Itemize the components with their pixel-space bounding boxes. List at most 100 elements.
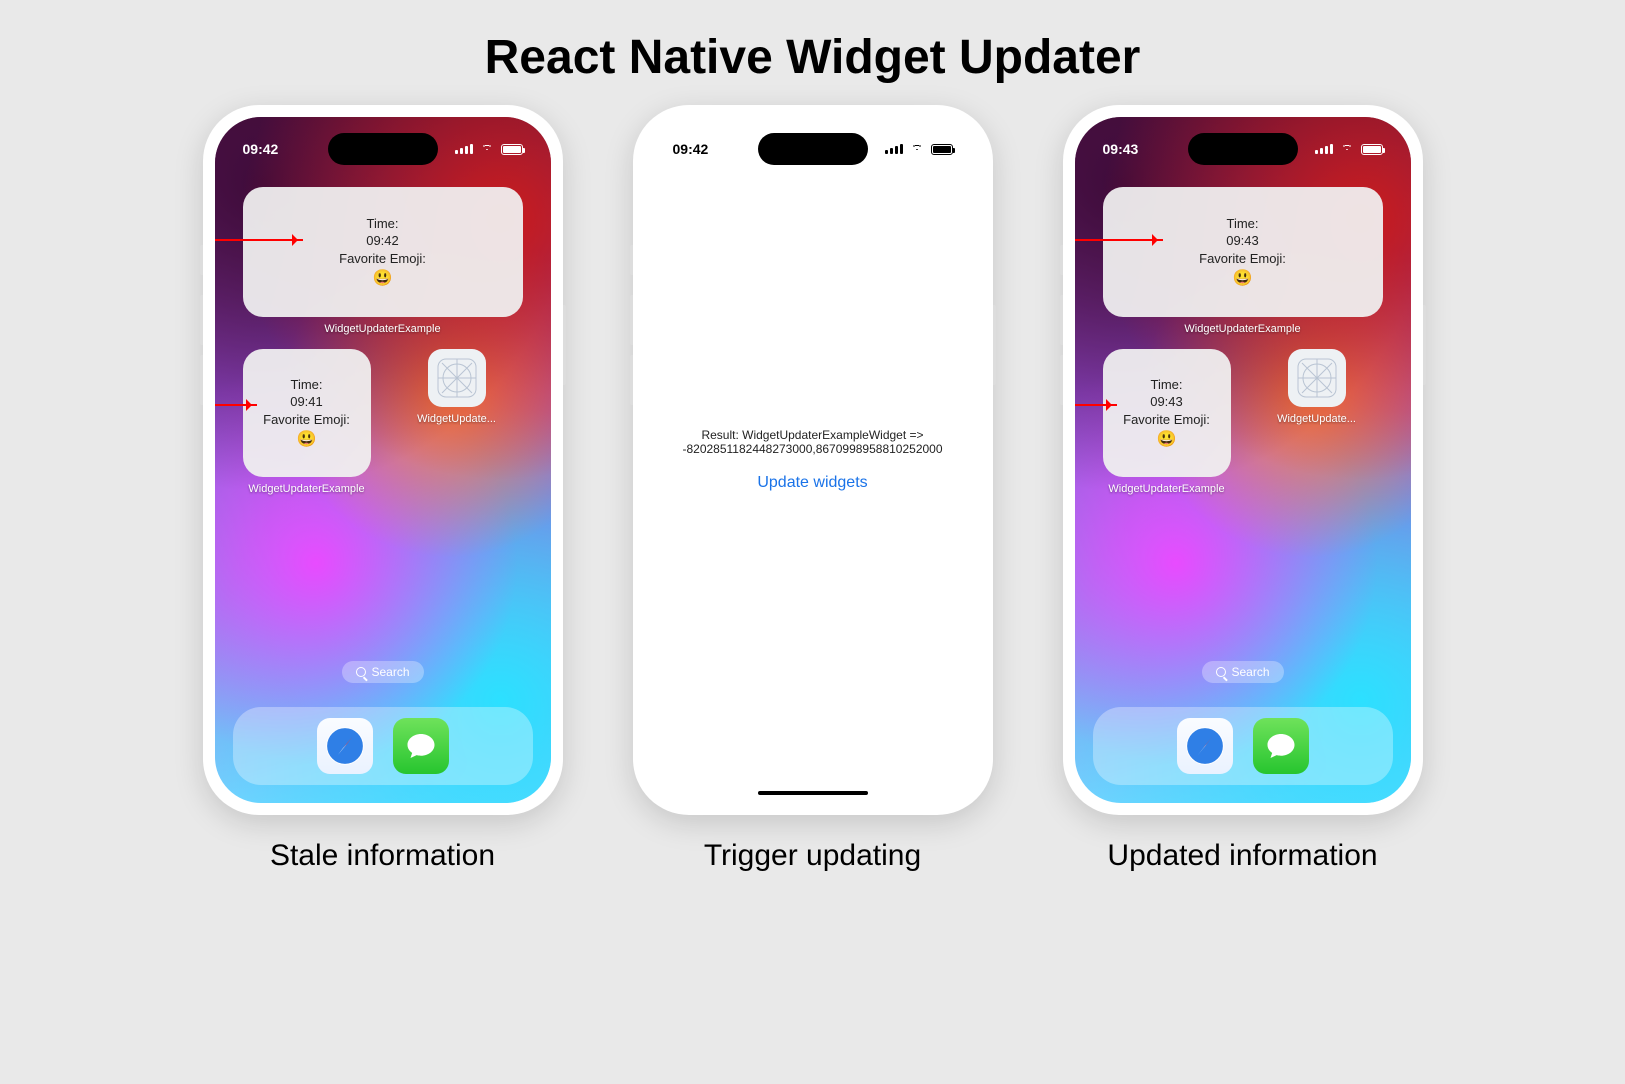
- update-widgets-button[interactable]: Update widgets: [757, 474, 867, 492]
- side-button-vol-up: [1060, 295, 1063, 345]
- search-icon: [355, 667, 365, 677]
- battery-icon: [1361, 144, 1383, 155]
- screen-updated: 09:43 Time: 09:43 Favorite Emo: [1075, 117, 1411, 803]
- widget-time-value: 09:42: [366, 232, 399, 250]
- widget-emoji: 😃: [1157, 429, 1177, 451]
- wifi-icon: [479, 143, 495, 155]
- row-second: Time: 09:43 Favorite Emoji: 😃 WidgetUpda…: [1103, 349, 1383, 495]
- home-content: Time: 09:43 Favorite Emoji: 😃 WidgetUpda…: [1075, 117, 1411, 803]
- status-right: [1315, 143, 1383, 155]
- caption-app: Trigger updating: [704, 839, 921, 873]
- status-time: 09:42: [243, 141, 279, 157]
- phone-col-stale: 09:42 Time: 09:42: [193, 105, 573, 873]
- arrow-indicator-icon: [1075, 239, 1163, 241]
- cell-signal-icon: [1315, 144, 1333, 154]
- search-label: Search: [371, 665, 409, 679]
- status-right: [885, 143, 953, 155]
- widget-small-wrapper: Time: 09:41 Favorite Emoji: 😃 WidgetUpda…: [243, 349, 371, 495]
- arrow-indicator-icon: [215, 404, 257, 406]
- screen-stale: 09:42 Time: 09:42: [215, 117, 551, 803]
- phones-row: 09:42 Time: 09:42: [0, 105, 1625, 873]
- side-button-vol-down: [200, 355, 203, 405]
- spotlight-search[interactable]: Search: [341, 661, 423, 683]
- messages-app-icon[interactable]: [393, 718, 449, 774]
- cell-signal-icon: [885, 144, 903, 154]
- wifi-icon: [1339, 143, 1355, 155]
- side-button-vol-up: [630, 295, 633, 345]
- cell-signal-icon: [455, 144, 473, 154]
- dynamic-island: [328, 133, 438, 165]
- side-button-power: [563, 305, 566, 385]
- app-icon-col: WidgetUpdate...: [1253, 349, 1381, 425]
- side-button-power: [1423, 305, 1426, 385]
- app-body: Result: WidgetUpdaterExampleWidget => -8…: [645, 117, 981, 803]
- dock: [1093, 707, 1393, 785]
- widget-time-value: 09:43: [1226, 232, 1259, 250]
- side-button-vol-down: [630, 355, 633, 405]
- search-icon: [1215, 667, 1225, 677]
- widget-medium[interactable]: Time: 09:42 Favorite Emoji: 😃: [243, 187, 523, 317]
- speech-bubble-icon: [1263, 728, 1299, 764]
- widget-medium-wrapper: Time: 09:43 Favorite Emoji: 😃 WidgetUpda…: [1103, 187, 1383, 335]
- widget-fav-label: Favorite Emoji:: [1199, 250, 1286, 268]
- widget-small-wrapper: Time: 09:43 Favorite Emoji: 😃 WidgetUpda…: [1103, 349, 1231, 495]
- app-icon-col: WidgetUpdate...: [393, 349, 521, 425]
- speech-bubble-icon: [403, 728, 439, 764]
- dynamic-island: [758, 133, 868, 165]
- dynamic-island: [1188, 133, 1298, 165]
- app-icon-caption: WidgetUpdate...: [1277, 413, 1356, 425]
- safari-compass-icon: [1183, 724, 1227, 768]
- phone-col-app: 09:42 Result: WidgetUpdaterExampleWidget…: [623, 105, 1003, 873]
- wifi-icon: [909, 143, 925, 155]
- status-time: 09:42: [673, 141, 709, 157]
- side-button-silence: [630, 245, 633, 275]
- side-button-vol-up: [200, 295, 203, 345]
- widget-small[interactable]: Time: 09:43 Favorite Emoji: 😃: [1103, 349, 1231, 477]
- home-content: Time: 09:42 Favorite Emoji: 😃 WidgetUpda…: [215, 117, 551, 803]
- widget-time-value: 09:41: [290, 393, 323, 411]
- widget-emoji: 😃: [297, 429, 317, 451]
- widget-caption: WidgetUpdaterExample: [1103, 323, 1383, 335]
- arrow-indicator-icon: [1075, 404, 1117, 406]
- widget-time-label: Time:: [366, 215, 398, 233]
- app-icon-caption: WidgetUpdate...: [417, 413, 496, 425]
- caption-updated: Updated information: [1107, 839, 1377, 873]
- phone-frame-stale: 09:42 Time: 09:42: [203, 105, 563, 815]
- safari-compass-icon: [323, 724, 367, 768]
- widget-emoji: 😃: [373, 268, 393, 290]
- spotlight-search[interactable]: Search: [1201, 661, 1283, 683]
- result-text: Result: WidgetUpdaterExampleWidget => -8…: [682, 428, 942, 456]
- phone-frame-updated: 09:43 Time: 09:43 Favorite Emo: [1063, 105, 1423, 815]
- widget-fav-label: Favorite Emoji:: [263, 411, 350, 429]
- safari-app-icon[interactable]: [317, 718, 373, 774]
- row-second: Time: 09:41 Favorite Emoji: 😃 WidgetUpda…: [243, 349, 523, 495]
- caption-stale: Stale information: [270, 839, 495, 873]
- screen-app: 09:42 Result: WidgetUpdaterExampleWidget…: [645, 117, 981, 803]
- app-icon-placeholder[interactable]: [428, 349, 486, 407]
- widget-caption: WidgetUpdaterExample: [1103, 483, 1231, 495]
- safari-app-icon[interactable]: [1177, 718, 1233, 774]
- app-icon-placeholder[interactable]: [1288, 349, 1346, 407]
- widget-medium[interactable]: Time: 09:43 Favorite Emoji: 😃: [1103, 187, 1383, 317]
- widget-time-value: 09:43: [1150, 393, 1183, 411]
- app-grid-icon: [1297, 358, 1337, 398]
- widget-emoji: 😃: [1233, 268, 1253, 290]
- widget-caption: WidgetUpdaterExample: [243, 323, 523, 335]
- side-button-power: [993, 305, 996, 385]
- widget-time-label: Time:: [1150, 376, 1182, 394]
- widget-small[interactable]: Time: 09:41 Favorite Emoji: 😃: [243, 349, 371, 477]
- battery-icon: [931, 144, 953, 155]
- result-line-1: Result: WidgetUpdaterExampleWidget =>: [682, 428, 942, 442]
- diagram-page: React Native Widget Updater 09:42: [0, 0, 1625, 1084]
- search-label: Search: [1231, 665, 1269, 679]
- phone-frame-app: 09:42 Result: WidgetUpdaterExampleWidget…: [633, 105, 993, 815]
- dock: [233, 707, 533, 785]
- home-indicator[interactable]: [758, 791, 868, 795]
- messages-app-icon[interactable]: [1253, 718, 1309, 774]
- widget-medium-wrapper: Time: 09:42 Favorite Emoji: 😃 WidgetUpda…: [243, 187, 523, 335]
- widget-fav-label: Favorite Emoji:: [339, 250, 426, 268]
- page-title: React Native Widget Updater: [0, 0, 1625, 85]
- side-button-vol-down: [1060, 355, 1063, 405]
- widget-caption: WidgetUpdaterExample: [243, 483, 371, 495]
- status-time: 09:43: [1103, 141, 1139, 157]
